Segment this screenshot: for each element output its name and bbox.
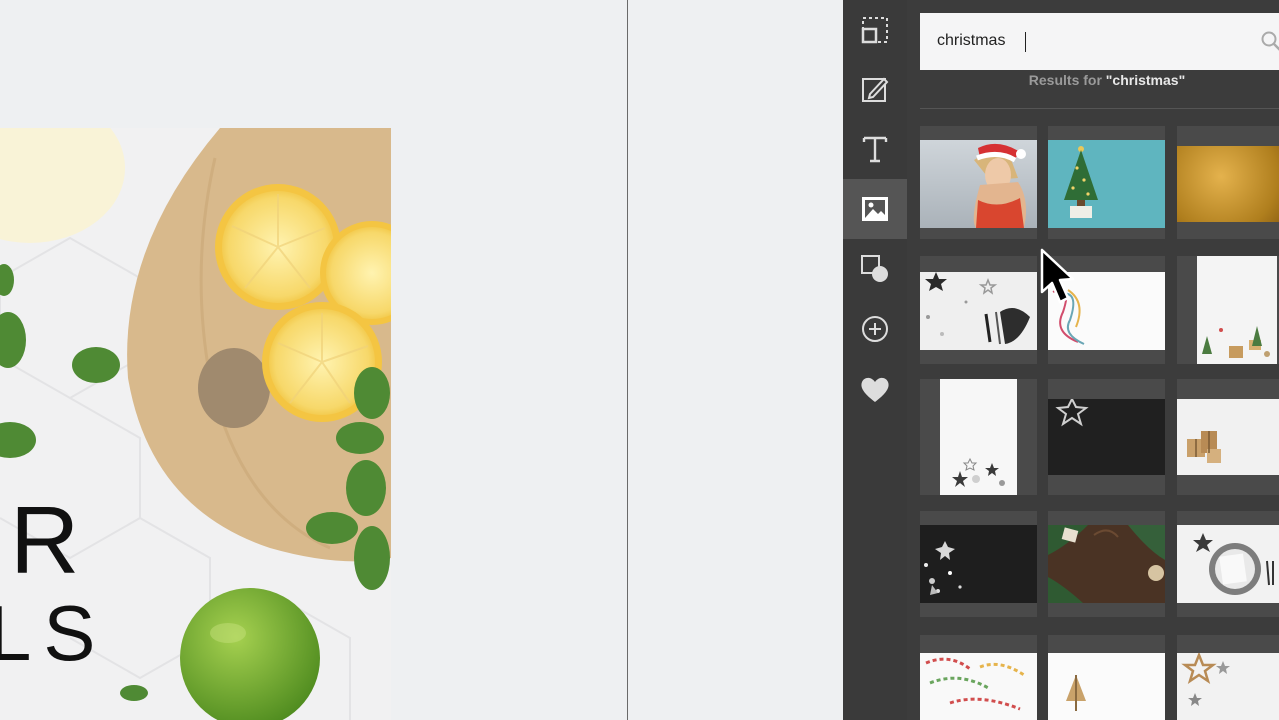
photo-result[interactable]: [1048, 635, 1165, 720]
heart-icon: [861, 377, 889, 402]
page-divider: [627, 0, 628, 720]
photo-result[interactable]: [1048, 126, 1165, 239]
add-circle-icon: [862, 316, 888, 342]
search-input[interactable]: christmas: [937, 32, 1005, 50]
photo-result[interactable]: [1048, 379, 1165, 495]
edit-icon: [862, 77, 889, 102]
text-caret: [1025, 32, 1026, 52]
resize-icon: [861, 17, 888, 44]
tool-resize[interactable]: [843, 0, 907, 60]
photo-result[interactable]: [1177, 126, 1279, 239]
candy-canes-photo: [925, 657, 1025, 711]
photo-result[interactable]: [920, 635, 1037, 720]
photo-result[interactable]: [1177, 511, 1279, 617]
tool-edit[interactable]: [843, 59, 907, 119]
dark-reindeer-photo: [924, 541, 962, 595]
mouse-cursor-icon: [1040, 248, 1075, 304]
gift-boxes-photo: [1187, 431, 1221, 463]
photo-result[interactable]: [1177, 256, 1279, 364]
search-icon[interactable]: [1261, 31, 1279, 53]
photo-result[interactable]: [920, 511, 1037, 617]
design-letter-r: R: [10, 487, 80, 594]
photo-result[interactable]: [1048, 511, 1165, 617]
wood-greenery-photo: [1048, 525, 1165, 603]
results-label: Results for "christmas": [1028, 72, 1186, 88]
wooden-tree-photo: [1066, 675, 1086, 711]
gifts-corner-photo: [1202, 326, 1270, 358]
photo-result[interactable]: [920, 126, 1037, 239]
table-setting-photo: [1193, 533, 1274, 595]
flatlay-stars-photo: [925, 272, 1030, 345]
results-divider: [920, 108, 1279, 109]
design-letters-ls: LS: [0, 589, 108, 677]
tool-favorites[interactable]: [843, 359, 907, 419]
shapes-icon: [861, 255, 888, 282]
design-page[interactable]: R LS: [0, 128, 391, 720]
search-box[interactable]: christmas: [920, 13, 1279, 70]
tool-text[interactable]: [843, 119, 907, 179]
christmas-tree-photo: [1064, 146, 1098, 218]
image-icon: [862, 197, 888, 221]
results-query: "christmas": [1105, 72, 1186, 88]
stars-bottom-photo: [952, 457, 1005, 487]
gold-glitter-photo: [1177, 146, 1279, 222]
text-icon: [862, 136, 888, 163]
photo-result[interactable]: [920, 256, 1037, 364]
chalkboard-star-photo: [1055, 399, 1089, 427]
tool-photos[interactable]: [843, 179, 907, 239]
tool-shapes[interactable]: [843, 239, 907, 299]
photo-result[interactable]: [1177, 379, 1279, 495]
photo-panel: christmas Results for "christmas": [907, 0, 1279, 720]
tool-rail: [843, 0, 907, 720]
gold-stars-photo: [1181, 653, 1230, 706]
woman-santa-photo: [973, 143, 1026, 228]
canvas-area[interactable]: R LS: [0, 0, 843, 720]
tool-add[interactable]: [843, 299, 907, 359]
photo-result[interactable]: [920, 379, 1037, 495]
photo-result[interactable]: [1177, 635, 1279, 720]
